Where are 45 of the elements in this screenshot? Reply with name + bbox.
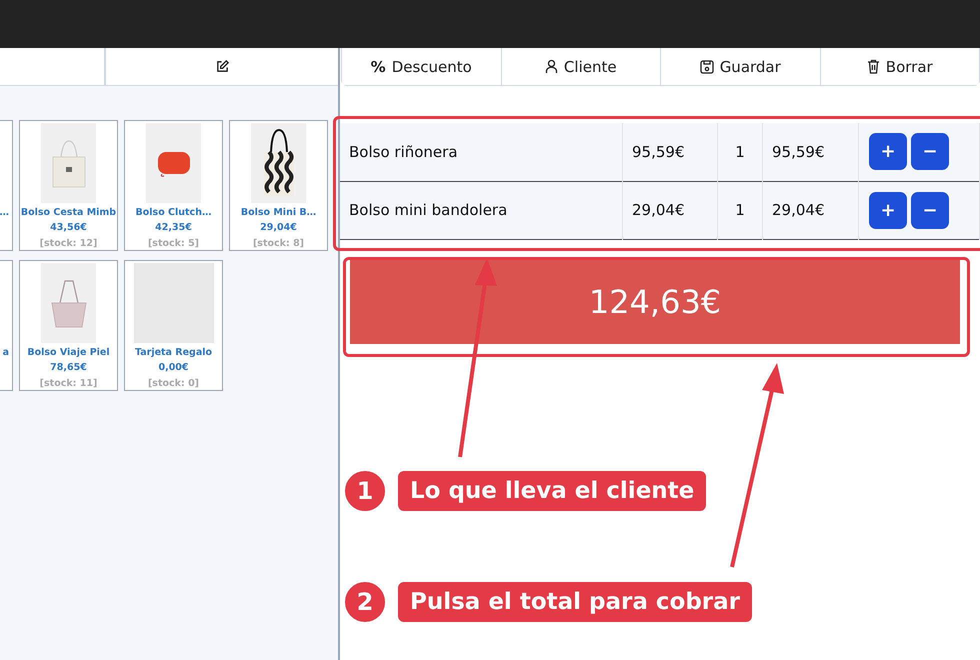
product-price: 42,35€ — [155, 222, 192, 233]
product-card[interactable]: Bolso Clutch… 42,35€ [stock: 5] — [124, 120, 223, 251]
save-icon — [700, 60, 714, 74]
product-card[interactable]: … — [0, 120, 13, 251]
total-button[interactable]: 124,63€ — [350, 260, 960, 344]
product-card[interactable]: a — [0, 260, 13, 391]
person-icon — [544, 59, 558, 74]
item-price: 95,59€ — [632, 142, 684, 161]
product-stock: [stock: 11] — [40, 378, 98, 389]
annotation-label: Lo que lleva el cliente — [398, 471, 706, 511]
product-name: a — [2, 347, 10, 358]
product-card[interactable]: Bolso Mini B… 29,04€ [stock: 8] — [229, 120, 328, 251]
product-card[interactable]: Bolso Viaje Piel 78,65€ [stock: 11] — [19, 260, 118, 391]
product-stock: [stock: 0] — [148, 378, 200, 389]
product-card[interactable]: Tarjeta Regalo 0,00€ [stock: 0] — [124, 260, 223, 391]
plus-button[interactable]: + — [869, 192, 907, 228]
item-name: Bolso mini bandolera — [349, 201, 508, 219]
item-total: 29,04€ — [772, 201, 824, 219]
product-price: 0,00€ — [158, 362, 189, 373]
product-stock: [stock: 5] — [148, 238, 200, 249]
product-name: Bolso Mini B… — [240, 207, 316, 218]
edit-icon — [214, 59, 230, 74]
discount-button[interactable]: % Descuento — [342, 48, 502, 85]
product-card[interactable]: Bolso Cesta Mimb 43,56€ [stock: 12] — [19, 120, 118, 251]
item-quantity: 1 — [735, 201, 745, 219]
item-name: Bolso riñonera — [349, 142, 458, 161]
item-price: 29,04€ — [632, 201, 684, 219]
product-price: 29,04€ — [260, 222, 297, 233]
product-price: 43,56€ — [50, 222, 87, 233]
trash-icon — [866, 59, 880, 74]
item-quantity: 1 — [735, 142, 745, 161]
product-name: Bolso Viaje Piel — [27, 347, 110, 358]
minus-button[interactable]: − — [911, 192, 949, 228]
product-name: Bolso Cesta Mimb — [20, 207, 116, 218]
annotation-label: Pulsa el total para cobrar — [398, 582, 752, 622]
product-stock: [stock: 12] — [40, 238, 98, 249]
product-price: 78,65€ — [50, 362, 87, 373]
clutch-bag-icon — [156, 149, 192, 177]
product-name: Bolso Clutch… — [136, 207, 212, 218]
plus-button[interactable]: + — [869, 133, 907, 170]
minus-button[interactable]: − — [911, 133, 949, 170]
product-name: Tarjeta Regalo — [134, 347, 212, 358]
product-name: … — [0, 207, 10, 218]
product-stock: [stock: 8] — [252, 238, 304, 249]
item-total: 95,59€ — [772, 142, 824, 161]
